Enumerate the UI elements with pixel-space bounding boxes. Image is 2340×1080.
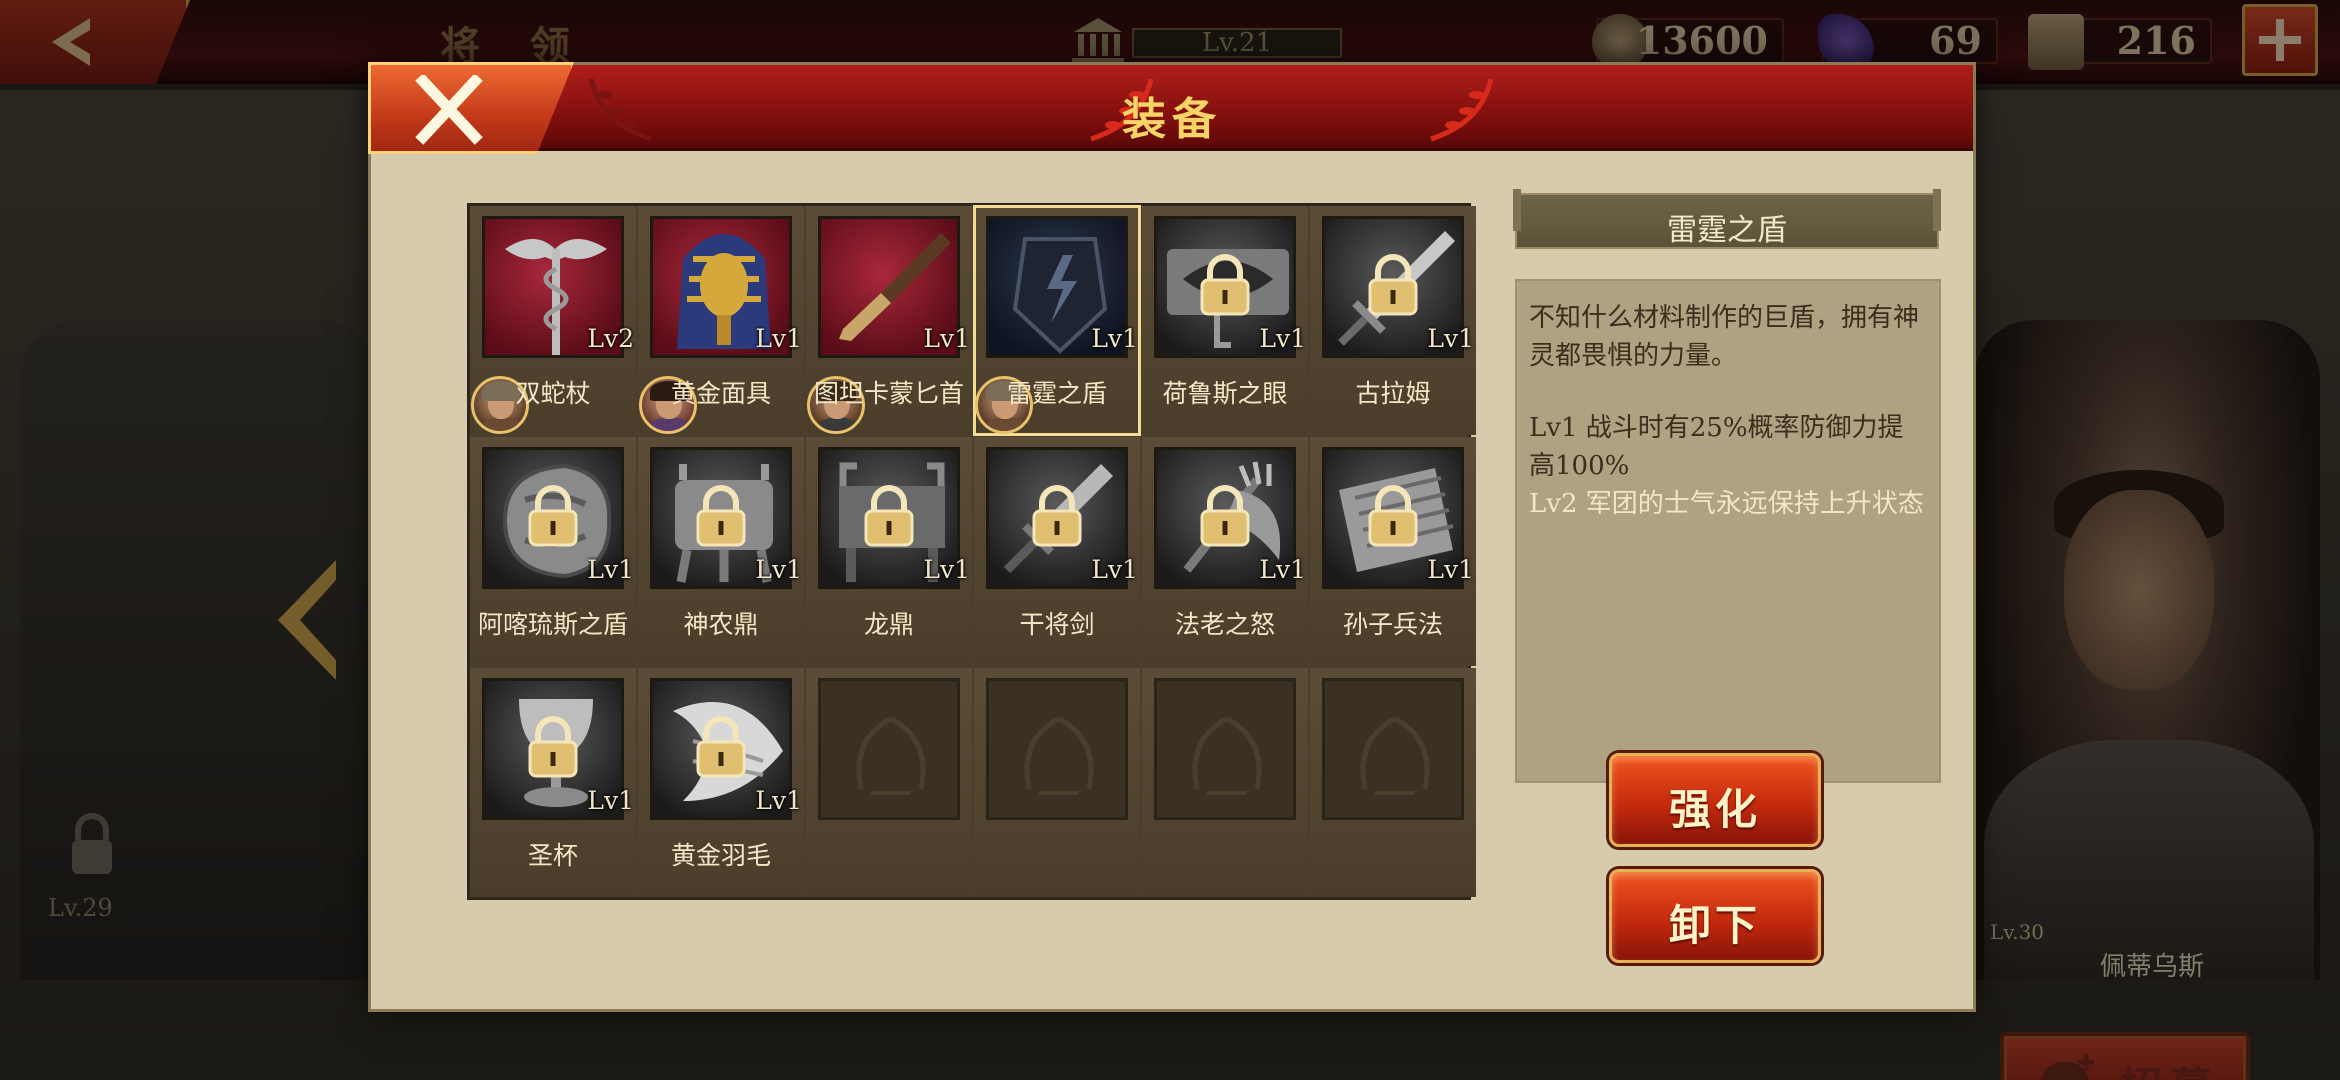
modal-title: 装备: [1122, 94, 1222, 145]
lock-icon: [528, 716, 578, 778]
equipment-slot[interactable]: Lv1 荷鲁斯之眼: [1142, 206, 1308, 435]
modal-header: 装备: [371, 65, 1973, 151]
item-name: 干将剑: [1019, 610, 1095, 639]
lock-icon: [696, 716, 746, 778]
item-name: 图坦卡蒙匕首: [813, 379, 964, 408]
lock-icon: [1368, 254, 1418, 316]
detail-description-box: 不知什么材料制作的巨盾，拥有神灵都畏惧的力量。 Lv1 战斗时有25%概率防御力…: [1515, 279, 1941, 783]
lock-icon: [864, 485, 914, 547]
empty-slot-frame: [1154, 678, 1296, 820]
empty-slot-frame: [986, 678, 1128, 820]
equipment-slot-selected[interactable]: Lv1 雷霆之盾: [973, 205, 1141, 436]
item-name: 龙鼎: [863, 610, 914, 639]
upgrade-button[interactable]: 强化: [1609, 753, 1821, 847]
close-icon: [415, 75, 483, 145]
item-name: 法老之怒: [1174, 610, 1275, 639]
equipment-slot[interactable]: Lv1 圣杯: [470, 668, 636, 897]
empty-equipment-slot: [1142, 668, 1308, 897]
lock-icon: [1200, 254, 1250, 316]
item-name: 黄金羽毛: [670, 841, 771, 870]
equipment-modal: 装备 Lv2 双蛇杖 Lv1 黄金面具 Lv1 图坦卡蒙匕首 Lv1 雷霆之盾 …: [368, 62, 1976, 1012]
effect-lv1: Lv1 战斗时有25%概率防御力提高100%: [1529, 413, 1904, 481]
empty-slot-frame: [818, 678, 960, 820]
item-name: 黄金面具: [670, 379, 771, 408]
item-name: 孙子兵法: [1342, 610, 1443, 639]
item-name: 雷霆之盾: [1006, 379, 1107, 408]
item-name: 圣杯: [527, 841, 578, 870]
equipment-slot[interactable]: Lv1 干将剑: [974, 437, 1140, 666]
detail-title: 雷霆之盾: [1667, 213, 1787, 248]
effect-lv2: Lv2 军团的士气永远保持上升状态: [1529, 489, 1924, 519]
item-name: 荷鲁斯之眼: [1162, 379, 1288, 408]
equipment-slot[interactable]: Lv1 古拉姆: [1310, 206, 1476, 435]
equipment-slot[interactable]: Lv1 龙鼎: [806, 437, 972, 666]
laurel-wreath-icon: [1360, 716, 1430, 795]
laurel-wreath-icon: [1192, 716, 1262, 795]
empty-slot-frame: [1322, 678, 1464, 820]
laurel-wreath-icon: [856, 716, 926, 795]
equipment-slot[interactable]: Lv1 阿喀琉斯之盾: [470, 437, 636, 666]
lock-icon: [528, 485, 578, 547]
item-name: 阿喀琉斯之盾: [477, 610, 628, 639]
equipment-grid: Lv2 双蛇杖 Lv1 黄金面具 Lv1 图坦卡蒙匕首 Lv1 雷霆之盾 Lv1…: [467, 203, 1476, 900]
empty-equipment-slot: [974, 668, 1140, 897]
unequip-button[interactable]: 卸下: [1609, 869, 1821, 963]
detail-title-bar: 雷霆之盾: [1513, 189, 1941, 249]
item-name: 双蛇杖: [515, 379, 591, 408]
lock-icon: [696, 485, 746, 547]
equipment-slot[interactable]: Lv1 神农鼎: [638, 437, 804, 666]
laurel-wreath-icon: [1024, 716, 1094, 795]
equipment-slot[interactable]: Lv1 图坦卡蒙匕首: [806, 206, 972, 435]
item-name: 神农鼎: [683, 610, 759, 639]
unequip-label: 卸下: [1668, 901, 1761, 950]
detail-description: 不知什么材料制作的巨盾，拥有神灵都畏惧的力量。: [1529, 303, 1920, 371]
equipment-slot[interactable]: Lv2 双蛇杖: [470, 206, 636, 435]
empty-equipment-slot: [1310, 668, 1476, 897]
lock-icon: [1032, 485, 1082, 547]
lock-icon: [1200, 485, 1250, 547]
lock-icon: [1368, 485, 1418, 547]
equipment-slot[interactable]: Lv1 孙子兵法: [1310, 437, 1476, 666]
equipment-slot[interactable]: Lv1 黄金面具: [638, 206, 804, 435]
item-name: 古拉姆: [1355, 379, 1431, 408]
equipment-slot[interactable]: Lv1 黄金羽毛: [638, 668, 804, 897]
upgrade-label: 强化: [1668, 785, 1761, 834]
equipment-slot[interactable]: Lv1 法老之怒: [1142, 437, 1308, 666]
empty-equipment-slot: [806, 668, 972, 897]
